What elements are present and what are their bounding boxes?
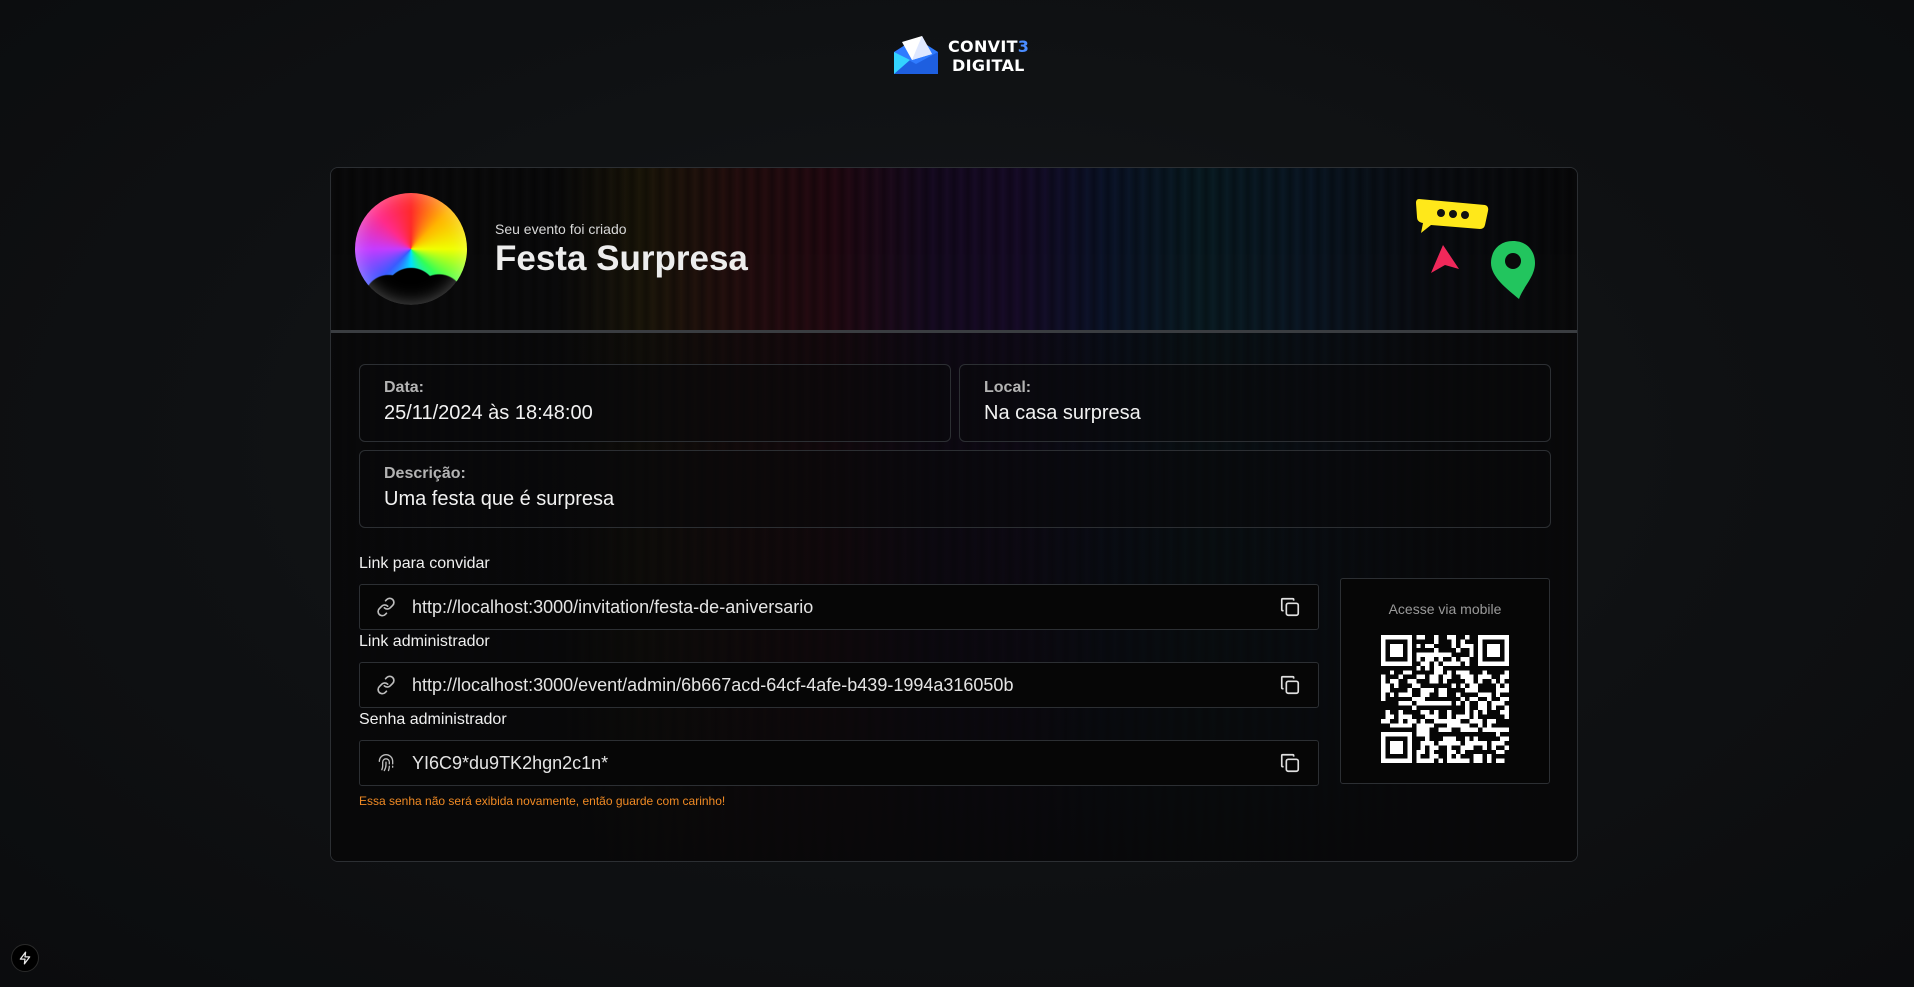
- copy-invite-link-button[interactable]: [1276, 593, 1304, 621]
- brand-name: CONVIT3 DIGITAL: [948, 37, 1029, 75]
- invite-link-field[interactable]: http://localhost:3000/invitation/festa-d…: [359, 584, 1319, 630]
- date-box: Data: 25/11/2024 às 18:48:00: [359, 364, 951, 442]
- description-label: Descrição:: [384, 465, 466, 482]
- password-warning: Essa senha não será exibida novamente, e…: [359, 794, 726, 808]
- description-value: Uma festa que é surpresa: [384, 488, 615, 510]
- qr-code[interactable]: [1381, 635, 1509, 763]
- copy-icon: [1280, 753, 1300, 773]
- location-pin-icon: [1491, 241, 1535, 299]
- admin-link-label: Link administrador: [359, 633, 490, 650]
- admin-password-field[interactable]: YI6C9*du9TK2hgn2c1n*: [359, 740, 1319, 786]
- copy-password-button[interactable]: [1276, 749, 1304, 777]
- brand-logo[interactable]: CONVIT3 DIGITAL: [892, 34, 1029, 78]
- location-label: Local:: [984, 379, 1032, 396]
- chat-bubble-icon: [1416, 199, 1489, 233]
- location-box: Local: Na casa surpresa: [959, 364, 1551, 442]
- qr-code-box: Acesse via mobile: [1340, 578, 1550, 784]
- qr-code-label: Acesse via mobile: [1388, 601, 1502, 617]
- navigation-arrow-icon: [1431, 245, 1459, 273]
- link-icon: [376, 674, 398, 696]
- copy-icon: [1280, 675, 1300, 695]
- event-title: Festa Surpresa: [495, 239, 748, 278]
- envelope-logo-icon: [894, 36, 938, 74]
- description-box: Descrição: Uma festa que é surpresa: [359, 450, 1551, 528]
- invite-link-value[interactable]: http://localhost:3000/invitation/festa-d…: [412, 597, 1276, 618]
- dev-tools-button[interactable]: [11, 944, 39, 972]
- brand-name-line1: CONVIT: [948, 37, 1018, 56]
- event-avatar: [355, 193, 467, 305]
- admin-password-label: Senha administrador: [359, 711, 507, 728]
- date-value: 25/11/2024 às 18:48:00: [384, 402, 593, 424]
- brand-name-line2: DIGITAL: [952, 56, 1025, 75]
- date-label: Data:: [384, 379, 425, 396]
- event-card: Seu evento foi criado Festa Surpresa Dat…: [330, 167, 1578, 862]
- admin-password-value[interactable]: YI6C9*du9TK2hgn2c1n*: [412, 753, 1276, 774]
- link-icon: [376, 596, 398, 618]
- decoration-icons: [1416, 199, 1535, 299]
- copy-admin-link-button[interactable]: [1276, 671, 1304, 699]
- brand-name-accent: 3: [1017, 37, 1030, 56]
- copy-icon: [1280, 597, 1300, 617]
- admin-link-field[interactable]: http://localhost:3000/event/admin/6b667a…: [359, 662, 1319, 708]
- invite-link-label: Link para convidar: [359, 555, 490, 572]
- admin-link-value[interactable]: http://localhost:3000/event/admin/6b667a…: [412, 675, 1276, 696]
- event-header: Seu evento foi criado Festa Surpresa: [331, 168, 1577, 333]
- lightning-icon: [19, 951, 31, 965]
- fingerprint-icon: [376, 752, 398, 774]
- location-value: Na casa surpresa: [984, 402, 1141, 424]
- event-subtitle: Seu evento foi criado: [495, 221, 627, 237]
